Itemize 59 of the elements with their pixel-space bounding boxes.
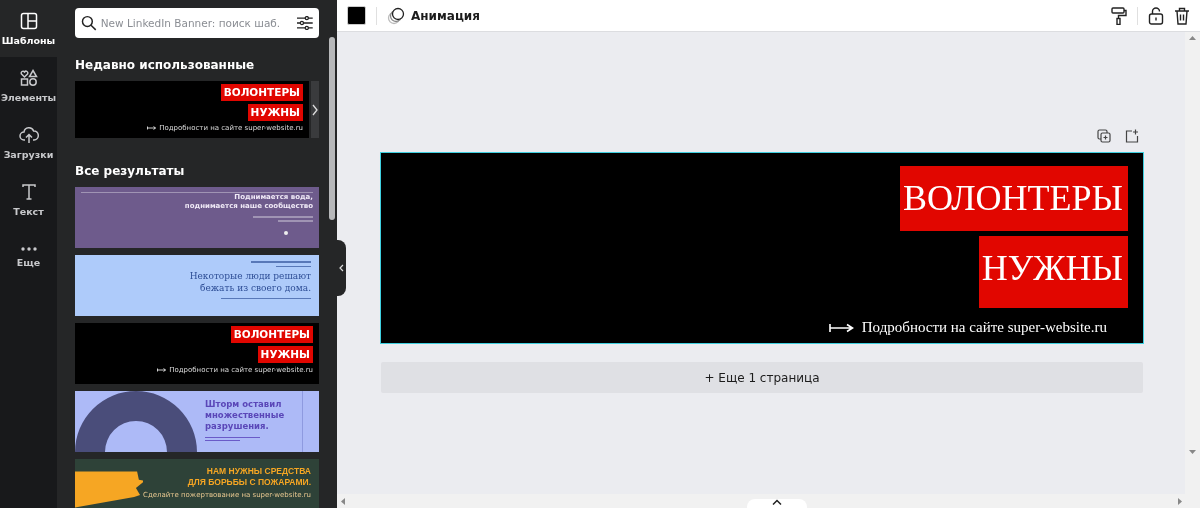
template-headline: ДЛЯ БОРЬБЫ С ПОЖАРАМИ.: [187, 477, 311, 488]
sidebar-tab[interactable]: Шаблоны: [0, 0, 57, 57]
search-bar[interactable]: New LinkedIn Banner: поиск шаб.: [75, 8, 319, 38]
section-heading: Все результаты: [75, 164, 185, 178]
template-headline: Шторм оставил: [205, 399, 283, 410]
search-icon: [81, 15, 97, 31]
horizontal-scrollbar[interactable]: [337, 494, 1200, 508]
color-swatch[interactable]: [347, 6, 366, 25]
template-headline: НУЖНЫ: [247, 104, 303, 121]
template-headline: НУЖНЫ: [257, 346, 313, 363]
template-headline: бежать из своего дома.: [200, 282, 311, 294]
animation-button[interactable]: Анимация: [387, 6, 480, 25]
template-headline: НАМ НУЖНЫ СРЕДСТВА: [206, 466, 311, 477]
upload-cloud-icon: [18, 125, 39, 144]
lock-icon[interactable]: [1148, 6, 1164, 25]
text-placeholder-line: [205, 440, 240, 441]
search-field[interactable]: New LinkedIn Banner: поиск шаб.: [100, 17, 294, 29]
shapes-icon: [19, 68, 38, 87]
text-placeholder-line: [278, 220, 313, 222]
text-placeholder-line: [205, 437, 260, 438]
scroll-down-icon: [1189, 450, 1196, 454]
circle-icon: [284, 231, 288, 235]
arrow-icon: [147, 126, 157, 130]
add-page-button[interactable]: + Еще 1 страница: [381, 362, 1143, 393]
vertical-scrollbar[interactable]: [1185, 32, 1200, 494]
banner-details: Подробности на сайте super-website.ru: [861, 319, 1107, 336]
chevron-right-icon: [312, 103, 318, 116]
arrow-icon: [828, 322, 854, 333]
collapse-panel-handle[interactable]: [337, 240, 346, 296]
chevron-left-icon: [339, 264, 344, 272]
filter-sliders-icon[interactable]: [297, 16, 313, 30]
next-button[interactable]: [311, 81, 319, 138]
banner-headline: ВОЛОНТЕРЫ: [899, 166, 1128, 231]
scrollbar-thumb[interactable]: [329, 37, 335, 220]
template-thumbnail[interactable]: Некоторые люди решают бежать из своего дома.: [75, 255, 319, 316]
scroll-up-icon: [1189, 36, 1196, 40]
text-placeholder-line: [253, 216, 313, 218]
trash-icon[interactable]: [1174, 6, 1190, 25]
paint-roller-icon[interactable]: [1111, 6, 1127, 25]
arrow-icon: [157, 368, 167, 372]
section-heading: Недавно использованные: [75, 58, 255, 72]
more-icon: [19, 245, 38, 252]
template-headline: множественные: [205, 410, 286, 421]
layout-icon: [19, 11, 38, 30]
scroll-left-icon: [341, 497, 345, 505]
text-placeholder-line: [251, 261, 311, 263]
banner-headline: НУЖНЫ: [978, 236, 1128, 308]
scroll-right-icon: [1178, 497, 1182, 505]
animation-icon: [387, 6, 405, 25]
caret-up-icon: [772, 499, 782, 505]
template-headline: ВОЛОНТЕРЫ: [230, 326, 313, 343]
text-placeholder-line: [276, 265, 311, 267]
template-headline: Некоторые люди решают: [189, 270, 311, 282]
page-panel-toggle[interactable]: [747, 499, 807, 508]
template-headline: ВОЛОНТЕРЫ: [220, 84, 303, 101]
text-icon: [20, 182, 37, 201]
template-headline: разрушения.: [205, 421, 270, 432]
template-thumbnail[interactable]: Шторм оставил множественные разрушения.: [75, 391, 319, 452]
banner-canvas[interactable]: ВОЛОНТЕРЫ НУЖНЫ Подробности на сайте super-website.ru: [381, 153, 1143, 343]
